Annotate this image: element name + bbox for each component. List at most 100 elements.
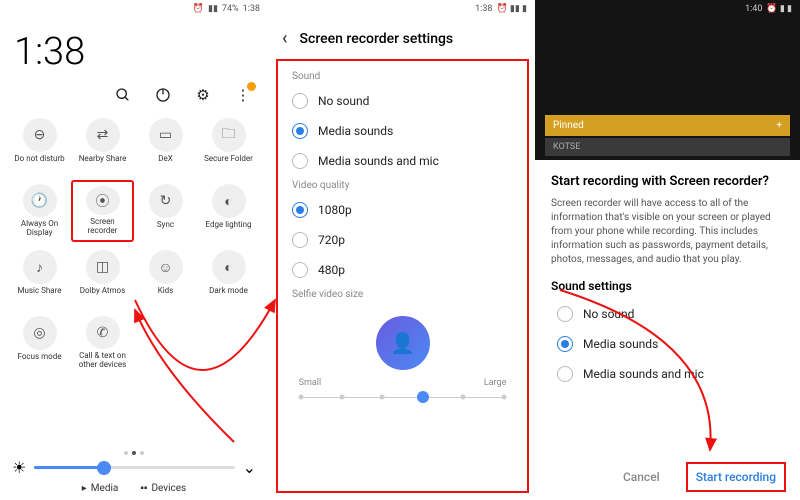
- quick-setting-icon: ☺: [149, 250, 183, 284]
- start-recording-button[interactable]: Start recording: [686, 462, 786, 492]
- quick-setting-label: Do not disturb: [14, 155, 64, 164]
- battery-text: 74%: [222, 4, 239, 14]
- search-icon[interactable]: [114, 86, 132, 104]
- radio-icon: [557, 336, 573, 352]
- radio-label: 1080p: [318, 203, 352, 217]
- avatar-icon: 👤: [376, 316, 430, 370]
- radio-icon: [292, 123, 308, 139]
- section-video-quality: Video quality: [286, 176, 519, 195]
- list-item[interactable]: KOTSE: [545, 138, 790, 156]
- lockscreen-clock: 1:38: [0, 18, 268, 82]
- gear-icon[interactable]: ⚙: [194, 86, 212, 104]
- signal-icon: ⏰ ▮ ▮: [766, 4, 792, 14]
- quick-setting-label: Dark mode: [209, 287, 248, 296]
- radio-icon: [292, 93, 308, 109]
- video-quality-option[interactable]: 480p: [286, 255, 519, 285]
- quick-setting-icon: ↻: [149, 184, 183, 218]
- sound-option[interactable]: Media sounds: [286, 116, 519, 146]
- quick-setting-label: Screen recorder: [77, 218, 129, 236]
- radio-icon: [292, 262, 308, 278]
- quick-setting-label: Call & text on other devices: [77, 352, 129, 370]
- quick-setting-sync[interactable]: ↻ Sync: [134, 180, 197, 242]
- quick-setting-icon: ◐: [212, 250, 246, 284]
- page-dots: [12, 448, 256, 458]
- quick-setting-label: Focus mode: [18, 353, 62, 362]
- quick-setting-icon: ◎: [23, 316, 57, 350]
- quick-setting-icon: ✆: [86, 316, 120, 349]
- selfie-size-slider[interactable]: [301, 390, 504, 404]
- quick-setting-icon: 🕐: [23, 184, 57, 217]
- quick-setting-edge-lighting[interactable]: ◐Edge lighting: [197, 180, 260, 242]
- quick-setting-icon: ◫: [86, 250, 120, 284]
- quick-setting-dex[interactable]: ▭ DeX: [134, 114, 197, 176]
- radio-icon: [292, 153, 308, 169]
- dialog-sound-option[interactable]: Media sounds: [551, 329, 784, 359]
- radio-label: Media sounds and mic: [318, 154, 439, 168]
- radio-label: Media sounds: [318, 124, 393, 138]
- size-small-label: Small: [299, 378, 322, 388]
- dialog-sound-option[interactable]: Media sounds and mic: [551, 359, 784, 389]
- quick-setting-dolby-atmos[interactable]: ◫ Dolby Atmos: [71, 246, 134, 308]
- quick-setting-label: Nearby Share: [79, 155, 127, 164]
- section-sound: Sound: [286, 67, 519, 86]
- status-bar: ⏰ ▮▮ 74% 1:38: [0, 0, 268, 18]
- tab-devices[interactable]: ▪▪ Devices: [140, 483, 186, 494]
- quick-setting-label: Dolby Atmos: [80, 287, 125, 296]
- quick-setting-icon: ♪: [23, 250, 57, 284]
- quick-setting-always-on-display[interactable]: 🕐Always On Display: [8, 180, 71, 242]
- quick-setting-secure-folder[interactable]: 🗀Secure Folder: [197, 114, 260, 176]
- quick-setting-screen-recorder[interactable]: ⦿ Screen recorder: [71, 180, 134, 242]
- quick-setting-label: Kids: [158, 287, 174, 296]
- status-time: 1:38: [243, 4, 260, 14]
- cancel-button[interactable]: Cancel: [615, 464, 668, 490]
- quick-setting-music-share[interactable]: ♪ Music Share: [8, 246, 71, 308]
- quick-setting-nearby-share[interactable]: ⇄ Nearby Share: [71, 114, 134, 176]
- video-quality-option[interactable]: 1080p: [286, 195, 519, 225]
- sound-option[interactable]: Media sounds and mic: [286, 146, 519, 176]
- quick-setting-call-text-on-other-devices[interactable]: ✆ Call & text on other devices: [71, 312, 134, 374]
- radio-label: No sound: [583, 307, 634, 321]
- quick-setting-label: Secure Folder: [204, 155, 253, 164]
- radio-label: 720p: [318, 233, 345, 247]
- quick-setting-do-not-disturb[interactable]: ⊖ Do not disturb: [8, 114, 71, 176]
- chevron-down-icon[interactable]: ⌄: [243, 458, 256, 477]
- radio-icon: [292, 232, 308, 248]
- pinned-label: Pinned: [553, 120, 584, 131]
- plus-icon[interactable]: +: [776, 120, 782, 131]
- quick-setting-icon: ⊖: [23, 118, 57, 152]
- status-time: 1:40: [745, 4, 762, 14]
- size-large-label: Large: [484, 378, 507, 388]
- brightness-icon: ☀: [12, 458, 26, 477]
- status-bar: 1:38 ⏰ ▮▮ ▮: [268, 0, 535, 18]
- quick-setting-kids[interactable]: ☺ Kids: [134, 246, 197, 308]
- sound-settings-title: Sound settings: [551, 279, 784, 293]
- alarm-icon: ⏰: [193, 4, 204, 14]
- signal-icon: ▮▮: [208, 4, 218, 14]
- quick-setting-label: Music Share: [17, 287, 61, 296]
- back-icon[interactable]: ‹: [282, 28, 288, 49]
- dialog-sound-option[interactable]: No sound: [551, 299, 784, 329]
- quick-setting-label: Sync: [157, 221, 174, 230]
- quick-setting-label: Edge lighting: [206, 221, 252, 230]
- quick-setting-label: DeX: [158, 155, 173, 164]
- video-quality-option[interactable]: 720p: [286, 225, 519, 255]
- pinned-bar[interactable]: Pinned +: [545, 115, 790, 136]
- radio-icon: [557, 306, 573, 322]
- quick-setting-dark-mode[interactable]: ◐ Dark mode: [197, 246, 260, 308]
- sound-option[interactable]: No sound: [286, 86, 519, 116]
- page-title: Screen recorder settings: [300, 31, 454, 47]
- quick-setting-icon: ⇄: [86, 118, 120, 152]
- radio-label: Media sounds and mic: [583, 367, 704, 381]
- signal-icon: ⏰ ▮▮ ▮: [496, 4, 527, 14]
- brightness-slider[interactable]: ☀ ⌄: [12, 458, 256, 477]
- tab-media[interactable]: ▸ Media: [82, 483, 119, 494]
- radio-label: 480p: [318, 263, 345, 277]
- power-icon[interactable]: [154, 86, 172, 104]
- radio-label: No sound: [318, 94, 369, 108]
- status-time: 1:38: [475, 4, 492, 14]
- quick-setting-icon: ▭: [149, 118, 183, 152]
- more-icon[interactable]: ⋮: [234, 86, 252, 104]
- status-bar: 1:40 ⏰ ▮ ▮: [535, 0, 800, 18]
- quick-setting-icon: ⦿: [86, 186, 120, 215]
- quick-setting-focus-mode[interactable]: ◎ Focus mode: [8, 312, 71, 374]
